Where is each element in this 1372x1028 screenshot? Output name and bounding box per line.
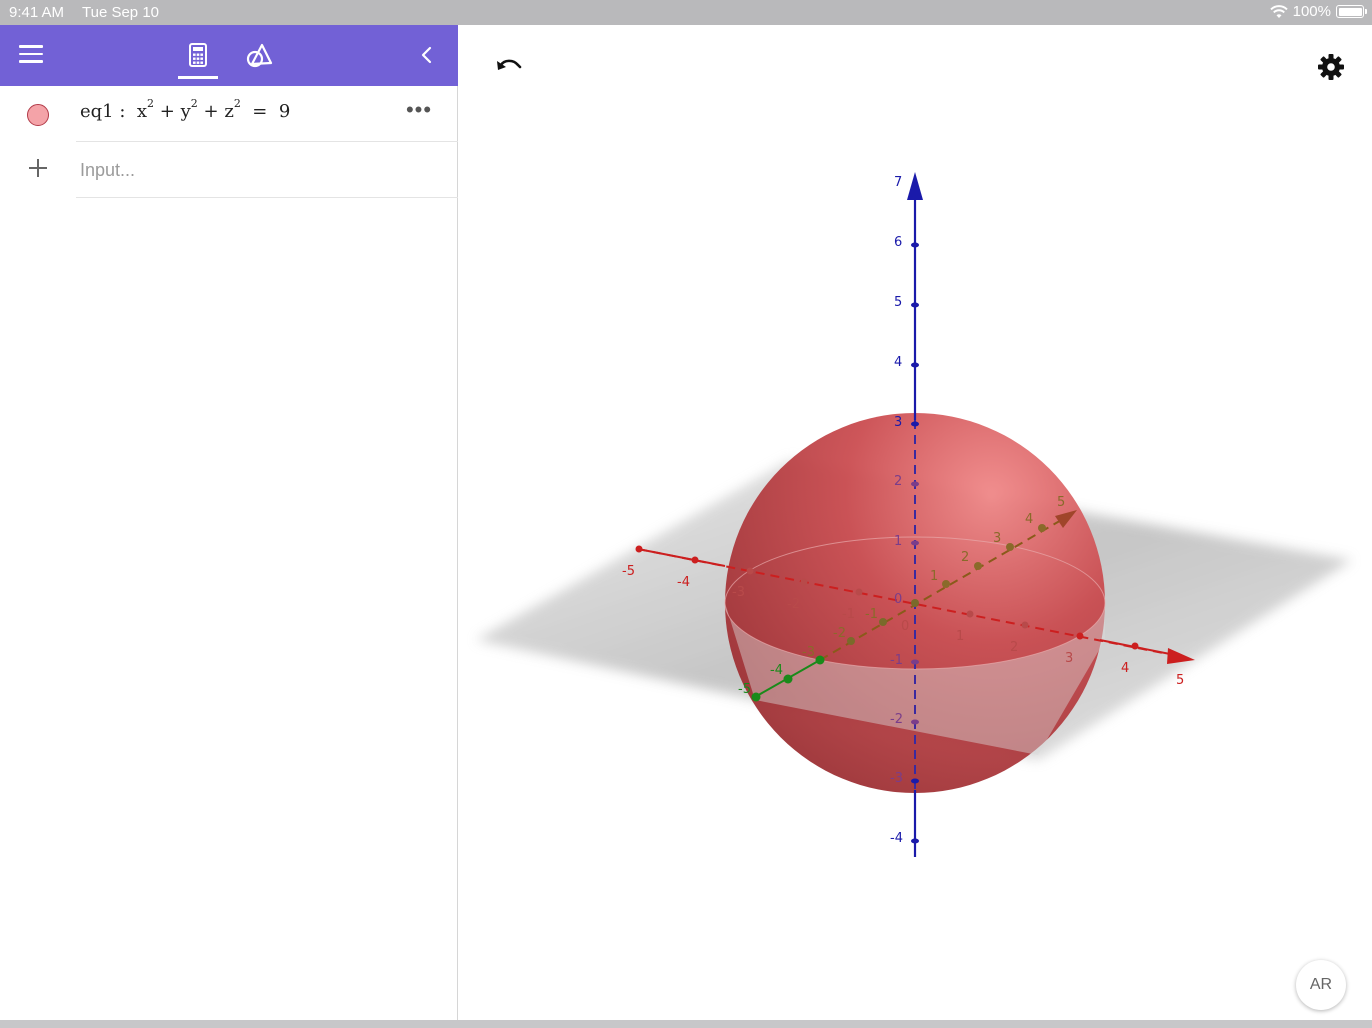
tab-tools[interactable] xyxy=(240,39,280,79)
menu-icon[interactable] xyxy=(19,45,43,65)
z-tick-label: -4 xyxy=(890,831,903,846)
equation-rhs: 9 xyxy=(278,101,291,122)
x-tick-label: 4 xyxy=(1121,661,1129,676)
z-tick-label: 2 xyxy=(894,474,902,489)
status-time: 9:41 AM xyxy=(9,4,65,21)
z-tick-label: 1 xyxy=(894,534,902,549)
equation-var-x: x xyxy=(136,101,148,122)
settings-button[interactable] xyxy=(1315,51,1347,83)
divider xyxy=(76,197,458,198)
z-tick-label: -1 xyxy=(890,653,903,668)
wifi-icon xyxy=(1269,4,1288,18)
z-tick-label: -2 xyxy=(890,712,903,727)
algebra-input-row xyxy=(0,142,458,198)
y-tick-label: 2 xyxy=(961,550,969,565)
z-tick-label: 5 xyxy=(894,295,902,310)
collapse-panel-button[interactable] xyxy=(415,43,439,67)
calculator-icon xyxy=(189,43,207,67)
algebra-toolbar xyxy=(0,25,458,86)
equation-expression[interactable]: eq1 : x2 + y2 + z2 = 9 xyxy=(80,97,291,122)
x-tick-label: -3 xyxy=(732,585,745,600)
y-tick-label: 4 xyxy=(1025,512,1033,527)
z-tick-label: -3 xyxy=(890,771,903,786)
status-right: 100% xyxy=(1269,3,1367,20)
x-tick-label: 0 xyxy=(901,619,909,634)
z-tick-label: 4 xyxy=(894,355,902,370)
x-tick-label: 1 xyxy=(956,629,964,644)
x-tick-label: 3 xyxy=(1065,651,1073,666)
plus-sign-2: + xyxy=(203,101,219,122)
z-tick-label: 0 xyxy=(894,592,902,607)
equation-label: eq1 : xyxy=(80,101,126,122)
status-bar: 9:41 AM Tue Sep 10 100% xyxy=(0,0,1372,25)
y-tick-label: -4 xyxy=(770,663,783,678)
z-axis-arrow xyxy=(907,172,923,200)
status-date: Tue Sep 10 xyxy=(82,4,159,21)
ar-button[interactable]: AR xyxy=(1296,960,1346,1010)
undo-button[interactable] xyxy=(493,53,525,81)
add-icon[interactable] xyxy=(26,156,50,180)
battery-percent: 100% xyxy=(1292,3,1331,20)
y-tick-label: 1 xyxy=(930,569,938,584)
tab-active-indicator xyxy=(178,76,218,79)
plus-sign-1: + xyxy=(159,101,175,122)
exponent-z: 2 xyxy=(233,97,241,110)
more-options-icon[interactable]: ••• xyxy=(404,99,434,126)
x-tick-label: -5 xyxy=(622,564,635,579)
exponent-x: 2 xyxy=(147,97,155,110)
x-tick-label: -2 xyxy=(787,597,800,612)
z-tick-label: 6 xyxy=(894,235,902,250)
gear-icon xyxy=(1318,54,1344,80)
y-tick-label: -1 xyxy=(865,607,878,622)
y-tick-label: 3 xyxy=(993,531,1001,546)
equation-var-z: z xyxy=(224,101,234,122)
y-tick-label: 5 xyxy=(1057,495,1065,510)
visibility-toggle[interactable] xyxy=(27,104,49,126)
algebra-input[interactable] xyxy=(80,155,440,185)
x-tick-label: 2 xyxy=(1010,640,1018,655)
z-tick-label: 7 xyxy=(894,175,902,190)
x-tick-label: -4 xyxy=(677,575,690,590)
equation-var-y: y xyxy=(180,101,191,122)
chevron-left-icon xyxy=(421,46,432,64)
algebra-row-eq1[interactable]: eq1 : x2 + y2 + z2 = 9 ••• xyxy=(0,86,458,142)
z-tick-label: 3 xyxy=(894,415,902,430)
y-tick-label: -2 xyxy=(833,626,846,641)
exponent-y: 2 xyxy=(190,97,198,110)
x-tick-label: -1 xyxy=(842,607,855,622)
tab-algebra[interactable] xyxy=(178,39,218,79)
y-tick-label: -3 xyxy=(802,645,815,660)
x-tick-label: 5 xyxy=(1176,673,1184,688)
battery-icon xyxy=(1336,5,1367,18)
3d-scene[interactable]: 7 6 5 4 3 2 1 0 -1 -2 -3 -4 -5 -4 -3 -2 … xyxy=(459,25,1372,1020)
home-indicator-bar xyxy=(0,1020,1372,1028)
geometry-tools-icon xyxy=(246,43,273,68)
graphics-3d-view[interactable]: 7 6 5 4 3 2 1 0 -1 -2 -3 -4 -5 -4 -3 -2 … xyxy=(459,25,1372,1020)
y-tick-label: -5 xyxy=(738,682,751,697)
undo-icon xyxy=(497,59,522,70)
equals-sign: = xyxy=(252,101,268,122)
algebra-panel: eq1 : x2 + y2 + z2 = 9 ••• xyxy=(0,25,458,1020)
